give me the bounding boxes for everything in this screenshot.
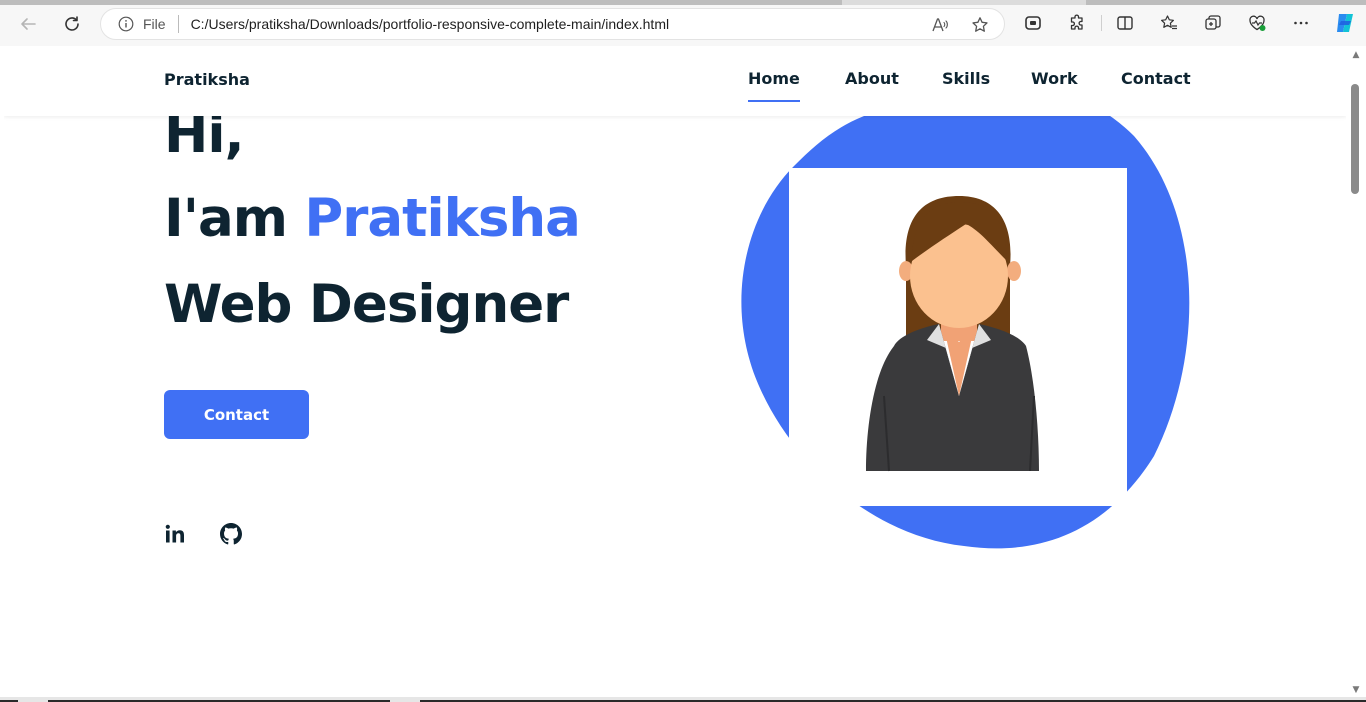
hero-intro-prefix: I'am: [164, 188, 288, 249]
browser-essentials-icon[interactable]: [1247, 13, 1267, 33]
nav-link-about[interactable]: About: [845, 69, 899, 88]
linkedin-icon[interactable]: [163, 522, 187, 546]
more-options-icon[interactable]: [1291, 13, 1311, 33]
url-text[interactable]: C:/Users/pratiksha/Downloads/portfolio-r…: [191, 16, 670, 32]
hero-blob-illustration: [741, 84, 1190, 549]
extensions-icon[interactable]: [1067, 13, 1087, 33]
page-scrollbar[interactable]: ▲ ▼: [1346, 46, 1366, 697]
collections-icon[interactable]: [1203, 13, 1223, 33]
hero-name: Pratiksha: [304, 188, 581, 249]
tab-strip: [0, 0, 1366, 5]
split-screen-icon[interactable]: [1115, 13, 1135, 33]
read-aloud-icon[interactable]: [931, 16, 949, 34]
scroll-down-icon[interactable]: ▼: [1350, 685, 1362, 695]
hero-role: Web Designer: [164, 274, 569, 335]
back-arrow-icon: [21, 18, 36, 30]
refresh-icon: [65, 16, 79, 31]
site-header: Pratiksha Home About Skills Work Contact: [4, 46, 1346, 116]
address-bar[interactable]: File C:/Users/pratiksha/Downloads/portfo…: [100, 8, 1005, 40]
nav-link-home[interactable]: Home: [748, 69, 800, 102]
nav-link-contact[interactable]: Contact: [1121, 69, 1191, 88]
back-button[interactable]: [14, 10, 42, 38]
file-scheme-label: File: [143, 16, 166, 32]
info-icon[interactable]: [118, 16, 134, 32]
page-viewport: Pratiksha Home About Skills Work Contact…: [4, 46, 1346, 697]
copilot-icon[interactable]: [1333, 11, 1357, 35]
favorites-icon[interactable]: [1159, 13, 1179, 33]
nav-link-work[interactable]: Work: [1031, 69, 1078, 88]
github-icon[interactable]: [219, 522, 243, 546]
hero-illustration: [734, 84, 1194, 556]
brand-logo[interactable]: Pratiksha: [164, 70, 250, 89]
scroll-thumb[interactable]: [1351, 84, 1359, 194]
app-icon[interactable]: [1023, 13, 1043, 33]
address-divider: [177, 15, 179, 33]
contact-button[interactable]: Contact: [164, 390, 309, 439]
window-bottom-edge: [0, 697, 1366, 702]
toolbar-divider: [1101, 15, 1102, 31]
refresh-button[interactable]: [58, 10, 86, 38]
favorite-star-icon[interactable]: [971, 16, 989, 34]
scroll-up-icon[interactable]: ▲: [1350, 50, 1362, 60]
nav-link-skills[interactable]: Skills: [942, 69, 990, 88]
hero-intro: I'am Pratiksha: [164, 188, 581, 249]
browser-chrome: File C:/Users/pratiksha/Downloads/portfo…: [0, 0, 1366, 46]
